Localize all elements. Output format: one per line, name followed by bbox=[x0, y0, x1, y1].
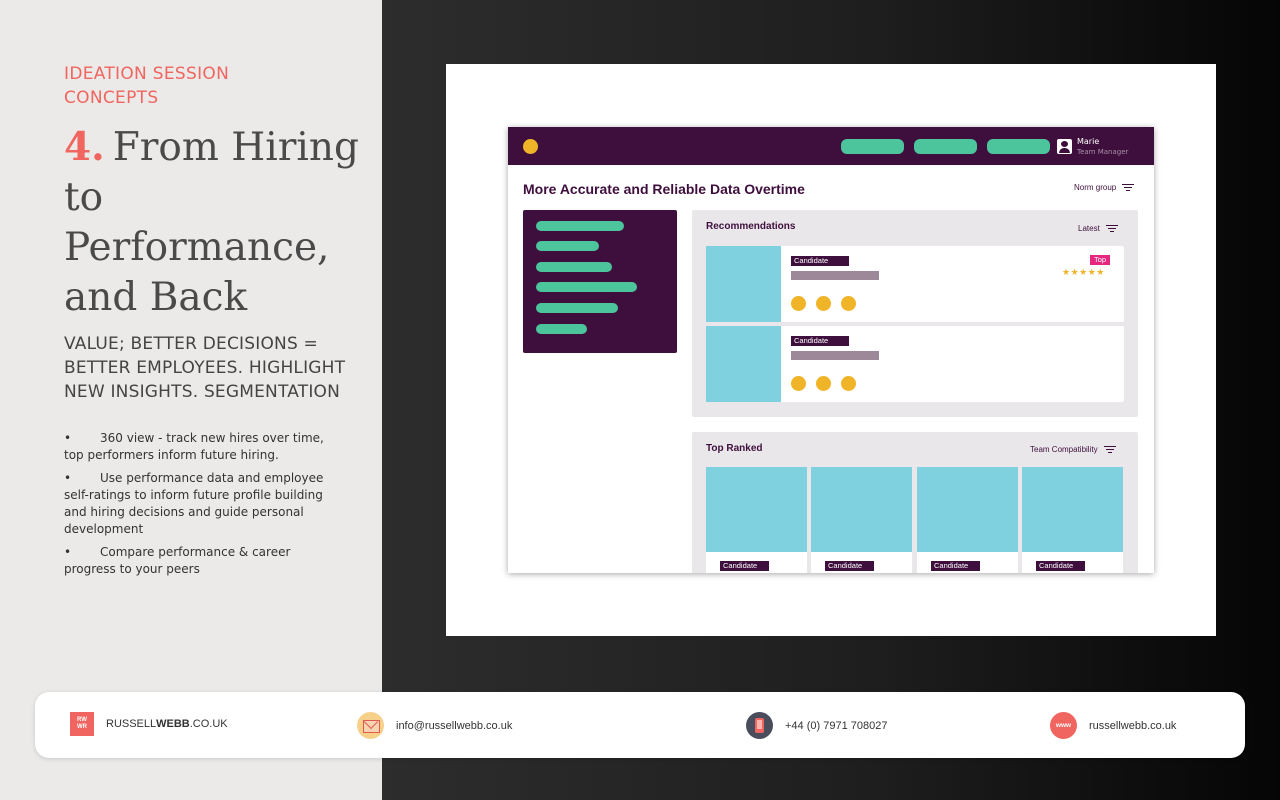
filter-icon bbox=[1103, 445, 1116, 454]
brand-logo-icon: RW WR bbox=[70, 712, 94, 736]
sidebar-menu bbox=[523, 210, 677, 353]
skill-dot bbox=[841, 296, 856, 311]
candidate-tag: Candidate bbox=[791, 336, 849, 346]
sidebar-item[interactable] bbox=[536, 282, 637, 292]
page-title: More Accurate and Reliable Data Overtime bbox=[523, 181, 805, 197]
contact-footer: RW WR RUSSELLWEBB.CO.UK info@russellwebb… bbox=[35, 692, 1245, 758]
skill-dot bbox=[791, 296, 806, 311]
email-link[interactable]: info@russellwebb.co.uk bbox=[357, 712, 512, 739]
bullet-item: • 360 view - track new hires over time, t… bbox=[64, 431, 324, 462]
globe-icon: www bbox=[1050, 712, 1077, 739]
candidate-image bbox=[706, 246, 781, 322]
top-ranked-card[interactable]: Candidate bbox=[1022, 467, 1123, 573]
candidate-image bbox=[811, 467, 912, 552]
recommendation-card[interactable]: Candidate Top ★★★★★ bbox=[706, 246, 1124, 322]
sidebar-item[interactable] bbox=[536, 324, 587, 334]
top-ranked-title: Top Ranked bbox=[706, 443, 763, 454]
nav-button-1[interactable] bbox=[841, 139, 904, 154]
candidate-tag: Candidate bbox=[931, 561, 980, 571]
candidate-tag: Candidate bbox=[791, 256, 849, 266]
candidate-image bbox=[706, 467, 807, 552]
top-ranked-card[interactable]: Candidate bbox=[917, 467, 1018, 573]
user-role: Team Manager bbox=[1077, 148, 1129, 156]
skill-dot bbox=[816, 376, 831, 391]
nav-button-2[interactable] bbox=[914, 139, 977, 154]
filter-icon bbox=[1105, 224, 1118, 233]
candidate-tag: Candidate bbox=[1036, 561, 1085, 571]
candidate-info-bar bbox=[791, 351, 879, 360]
sidebar-item[interactable] bbox=[536, 262, 612, 272]
app-logo-icon[interactable] bbox=[523, 139, 538, 154]
norm-group-filter[interactable]: Norm group bbox=[1074, 183, 1135, 192]
candidate-info-bar bbox=[791, 271, 879, 280]
filter-icon bbox=[1122, 183, 1135, 192]
candidate-image bbox=[917, 467, 1018, 552]
brand-name: RUSSELLWEBB.CO.UK bbox=[106, 718, 228, 730]
star-rating: ★★★★★ bbox=[1062, 268, 1105, 278]
mail-icon bbox=[357, 712, 384, 739]
headline-text: From Hiring to Performance, and Back bbox=[64, 125, 359, 320]
left-panel: IDEATION SESSION CONCEPTS 4. From Hiring … bbox=[0, 0, 382, 800]
sidebar-item[interactable] bbox=[536, 221, 624, 231]
bullet-item: • Use performance data and employee self-… bbox=[64, 471, 324, 536]
bullet-list: • 360 view - track new hires over time, t… bbox=[64, 430, 326, 584]
skill-dot bbox=[816, 296, 831, 311]
recommendation-card[interactable]: Candidate bbox=[706, 326, 1124, 402]
top-ranked-card[interactable]: Candidate bbox=[811, 467, 912, 573]
nav-button-3[interactable] bbox=[987, 139, 1050, 154]
candidate-tag: Candidate bbox=[825, 561, 874, 571]
skill-dot bbox=[841, 376, 856, 391]
section-eyebrow: IDEATION SESSION CONCEPTS bbox=[64, 64, 230, 108]
candidate-tag: Candidate bbox=[720, 561, 769, 571]
slide-headline: 4. From Hiring to Performance, and Back bbox=[64, 122, 374, 323]
top-badge: Top bbox=[1090, 255, 1111, 265]
sidebar-item[interactable] bbox=[536, 241, 599, 251]
phone-link[interactable]: +44 (0) 7971 708027 bbox=[746, 712, 887, 739]
bullet-item: • Compare performance & career progress t… bbox=[64, 545, 291, 576]
mockup-navbar: Marie Team Manager bbox=[508, 127, 1154, 165]
top-ranked-panel: Top Ranked Team Compatibility Candidate … bbox=[692, 432, 1138, 573]
candidate-image bbox=[706, 326, 781, 402]
recommendations-panel: Recommendations Latest Candidate Top ★★★… bbox=[692, 210, 1138, 417]
dashboard-mockup: Marie Team Manager More Accurate and Rel… bbox=[508, 127, 1154, 573]
candidate-image bbox=[1022, 467, 1123, 552]
slide-subhead: VALUE; BETTER DECISIONS = BETTER EMPLOYE… bbox=[64, 334, 346, 402]
website-link[interactable]: www russellwebb.co.uk bbox=[1050, 712, 1176, 739]
skill-dot bbox=[791, 376, 806, 391]
top-ranked-card[interactable]: Candidate bbox=[706, 467, 807, 573]
brand-link[interactable]: RW WR RUSSELLWEBB.CO.UK bbox=[70, 712, 228, 736]
slide-number: 4. bbox=[64, 124, 105, 170]
team-compatibility-filter[interactable]: Team Compatibility bbox=[1030, 445, 1116, 454]
phone-icon bbox=[746, 712, 773, 739]
user-name: Marie bbox=[1077, 137, 1100, 146]
sidebar-item[interactable] bbox=[536, 303, 618, 313]
recommendations-title: Recommendations bbox=[706, 221, 796, 232]
latest-filter[interactable]: Latest bbox=[1078, 224, 1118, 233]
user-avatar-icon[interactable] bbox=[1057, 139, 1072, 154]
